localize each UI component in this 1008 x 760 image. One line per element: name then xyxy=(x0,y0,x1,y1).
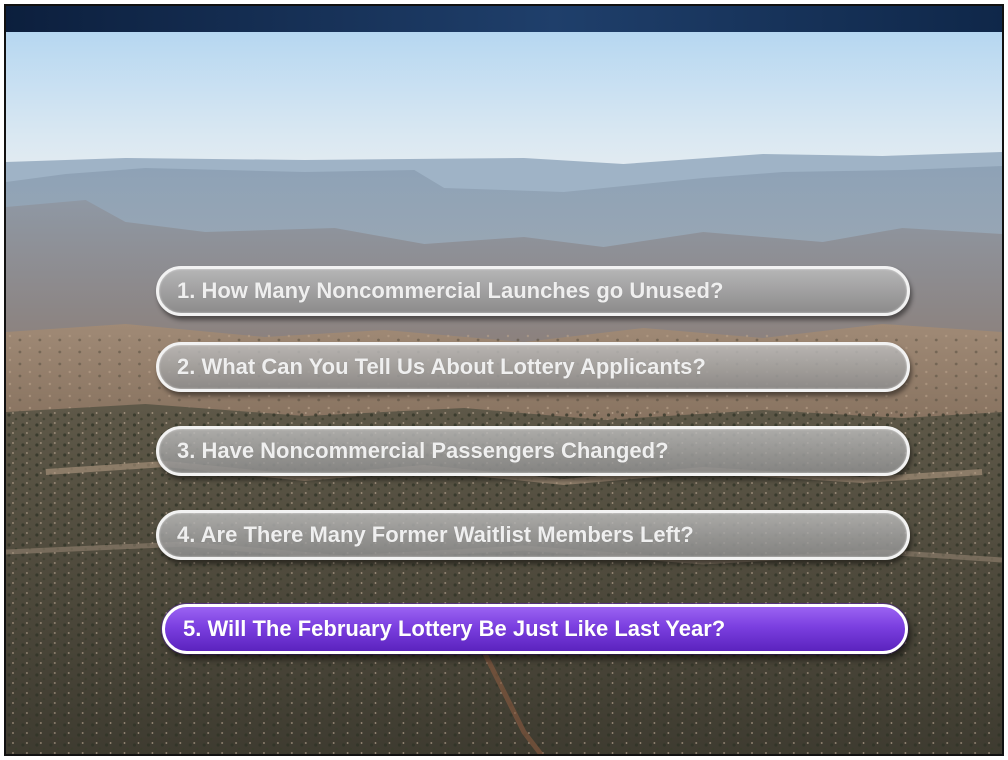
menu-item-label: 3. Have Noncommercial Passengers Changed… xyxy=(177,438,669,463)
menu-item-1[interactable]: 1. How Many Noncommercial Launches go Un… xyxy=(156,266,910,316)
menu-item-label: 5. Will The February Lottery Be Just Lik… xyxy=(183,616,726,641)
menu-item-5-selected[interactable]: 5. Will The February Lottery Be Just Lik… xyxy=(162,604,908,654)
menu-item-2[interactable]: 2. What Can You Tell Us About Lottery Ap… xyxy=(156,342,910,392)
menu-item-3[interactable]: 3. Have Noncommercial Passengers Changed… xyxy=(156,426,910,476)
menu-item-4[interactable]: 4. Are There Many Former Waitlist Member… xyxy=(156,510,910,560)
menu-item-label: 2. What Can You Tell Us About Lottery Ap… xyxy=(177,354,706,379)
header-bar xyxy=(6,6,1002,32)
slide: 1. How Many Noncommercial Launches go Un… xyxy=(4,4,1004,756)
menu-item-label: 4. Are There Many Former Waitlist Member… xyxy=(177,522,694,547)
menu-item-label: 1. How Many Noncommercial Launches go Un… xyxy=(177,278,724,303)
